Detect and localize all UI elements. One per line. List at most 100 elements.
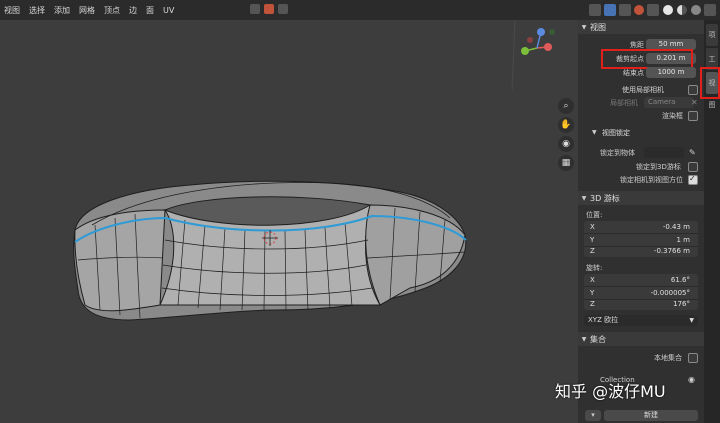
rotation-mode-dropdown[interactable]: XYZ 欧拉 ▼ xyxy=(584,315,698,326)
3d-viewport[interactable]: ⌕ ✋ ◉ ▦ xyxy=(0,20,575,423)
axis-label: Z xyxy=(590,247,595,255)
loc-x-value: -0.43 m xyxy=(662,223,690,231)
loc-z-value: -0.3766 m xyxy=(653,247,690,255)
mesh-drawing xyxy=(73,20,555,321)
axis-label: X xyxy=(590,276,595,284)
clip-end-row: 结束点 1000 m xyxy=(578,66,704,79)
section-title: 3D 游标 xyxy=(590,193,620,203)
grid-view-icon[interactable]: ▦ xyxy=(558,155,574,171)
axis-label: X xyxy=(590,223,595,231)
material-shading-icon[interactable] xyxy=(677,5,687,15)
wireframe-icon[interactable] xyxy=(647,4,659,16)
collection-section-header[interactable]: ▼ 集合 xyxy=(578,332,704,346)
xray-icon[interactable] xyxy=(604,4,616,16)
menu-select[interactable]: 选择 xyxy=(29,5,45,16)
rot-z-value: 176° xyxy=(673,300,690,308)
clip-end-field[interactable]: 1000 m xyxy=(646,67,696,78)
shading-dropdown-icon[interactable] xyxy=(704,4,716,16)
3d-cursor-section-header[interactable]: ▼ 3D 游标 xyxy=(578,191,704,205)
rot-z-field[interactable]: Z 176° xyxy=(584,298,698,310)
lock-object-field[interactable] xyxy=(644,147,684,158)
lock-to-object-label: 锁定到物体 xyxy=(600,148,635,157)
lock-camera-checkbox[interactable] xyxy=(688,174,698,185)
camera-view-icon[interactable]: ◉ xyxy=(558,136,574,152)
location-vector: X -0.43 m Y1 m Z -0.3766 m xyxy=(584,221,698,257)
rotation-vector: X 61.6° Y -0.000005° Z 176° xyxy=(584,274,698,310)
zoom-icon[interactable]: ⌕ xyxy=(558,98,574,114)
menu-vertex[interactable]: 顶点 xyxy=(104,5,120,16)
rendered-shading-icon[interactable] xyxy=(691,5,701,15)
proportional-icon[interactable] xyxy=(250,4,260,14)
focal-length-label: 焦距 xyxy=(630,40,644,49)
local-camera-row: 使用局部相机 xyxy=(578,83,704,96)
section-title: 集合 xyxy=(590,334,606,344)
local-camera-checkbox[interactable] xyxy=(688,84,698,95)
axis-label: Z xyxy=(590,300,595,308)
overlay-icon[interactable] xyxy=(619,4,631,16)
collapse-arrow-icon: ▼ xyxy=(592,129,597,136)
camera-field[interactable]: Camera xyxy=(644,97,694,108)
collapse-arrow-icon: ▼ xyxy=(581,194,587,202)
camera-row: 局部相机 Camera ✕ xyxy=(578,96,704,109)
header-widgets xyxy=(250,4,290,16)
rotation-label-row: 旋转: xyxy=(578,261,704,274)
lock-camera-label: 锁定相机到视图方位 xyxy=(620,175,683,184)
render-region-label: 渲染框 xyxy=(662,111,683,120)
eyedropper-icon[interactable]: ✎ xyxy=(689,148,696,157)
tab-item-label: 项 xyxy=(708,31,716,39)
navigation-gizmo: ⌕ ✋ ◉ ▦ xyxy=(558,98,574,174)
tab-item[interactable]: 项 xyxy=(706,24,718,46)
new-button-label: 新建 xyxy=(644,411,658,419)
rot-x-field[interactable]: X 61.6° xyxy=(584,274,698,286)
collapse-arrow-icon: ▼ xyxy=(581,335,587,343)
local-camera-sub-label: 局部相机 xyxy=(610,98,638,107)
view-lock-header[interactable]: ▼ 视图锁定 xyxy=(578,126,704,139)
gizmo-icon[interactable] xyxy=(634,5,644,15)
sidebar-panel: ▼ 视图 焦距 50 mm 裁剪起点 0.201 m 结束点 1000 m 使用局… xyxy=(578,20,704,423)
snap-icon[interactable] xyxy=(264,4,274,14)
lock-3d-cursor-label: 锁定到3D游标 xyxy=(636,162,681,171)
menu-mesh[interactable]: 网格 xyxy=(79,5,95,16)
render-region-row: 渲染框 xyxy=(578,109,704,122)
lock-3d-cursor-row: 锁定到3D游标 xyxy=(578,160,704,173)
menu-add[interactable]: 添加 xyxy=(54,5,70,16)
menu-face[interactable]: 面 xyxy=(146,5,154,16)
view-tab-highlight xyxy=(700,67,720,99)
pivot-icon[interactable] xyxy=(278,4,288,14)
visibility-icon[interactable] xyxy=(589,4,601,16)
lock-3d-cursor-checkbox[interactable] xyxy=(688,161,698,172)
menu-uv[interactable]: UV xyxy=(163,6,174,15)
rotation-label: 旋转: xyxy=(586,263,603,272)
local-collection-row: 本地集合 xyxy=(578,351,704,364)
loc-z-field[interactable]: Z -0.3766 m xyxy=(584,245,698,257)
pan-hand-icon[interactable]: ✋ xyxy=(558,117,574,133)
clear-icon[interactable]: ✕ xyxy=(691,98,698,107)
solid-shading-icon[interactable] xyxy=(663,5,673,15)
view-lock-title: 视图锁定 xyxy=(602,128,630,137)
header-bar: 视图 选择 添加 网格 顶点 边 面 UV xyxy=(0,0,720,20)
menu-view[interactable]: 视图 xyxy=(4,5,20,16)
local-collection-label: 本地集合 xyxy=(654,353,682,362)
collection-dropdown-icon[interactable]: ▾ xyxy=(585,410,601,421)
lock-to-object-row: 锁定到物体 ✎ xyxy=(578,146,704,159)
rot-x-value: 61.6° xyxy=(670,276,690,284)
local-collection-checkbox[interactable] xyxy=(688,352,698,363)
rotation-mode-value: XYZ 欧拉 xyxy=(588,316,619,324)
location-label-row: 位置: xyxy=(578,208,704,221)
location-label: 位置: xyxy=(586,210,603,219)
section-title: 视图 xyxy=(590,22,606,32)
menu-bar: 视图 选择 添加 网格 顶点 边 面 UV xyxy=(4,0,183,20)
shading-controls xyxy=(586,3,716,17)
watermark: 知乎 @波仔MU xyxy=(555,382,666,401)
chevron-down-icon: ▼ xyxy=(689,317,694,324)
lock-camera-row: 锁定相机到视图方位 xyxy=(578,173,704,186)
new-collection-button[interactable]: 新建 xyxy=(604,410,698,421)
menu-edge[interactable]: 边 xyxy=(129,5,137,16)
loc-x-field[interactable]: X -0.43 m xyxy=(584,221,698,233)
clip-end-label: 结束点 xyxy=(623,68,644,77)
eye-icon[interactable]: ◉ xyxy=(688,375,695,384)
collapse-arrow-icon: ▼ xyxy=(581,23,587,31)
render-region-checkbox[interactable] xyxy=(688,110,698,121)
local-camera-label: 使用局部相机 xyxy=(622,85,664,94)
view-section-header[interactable]: ▼ 视图 xyxy=(578,20,704,34)
